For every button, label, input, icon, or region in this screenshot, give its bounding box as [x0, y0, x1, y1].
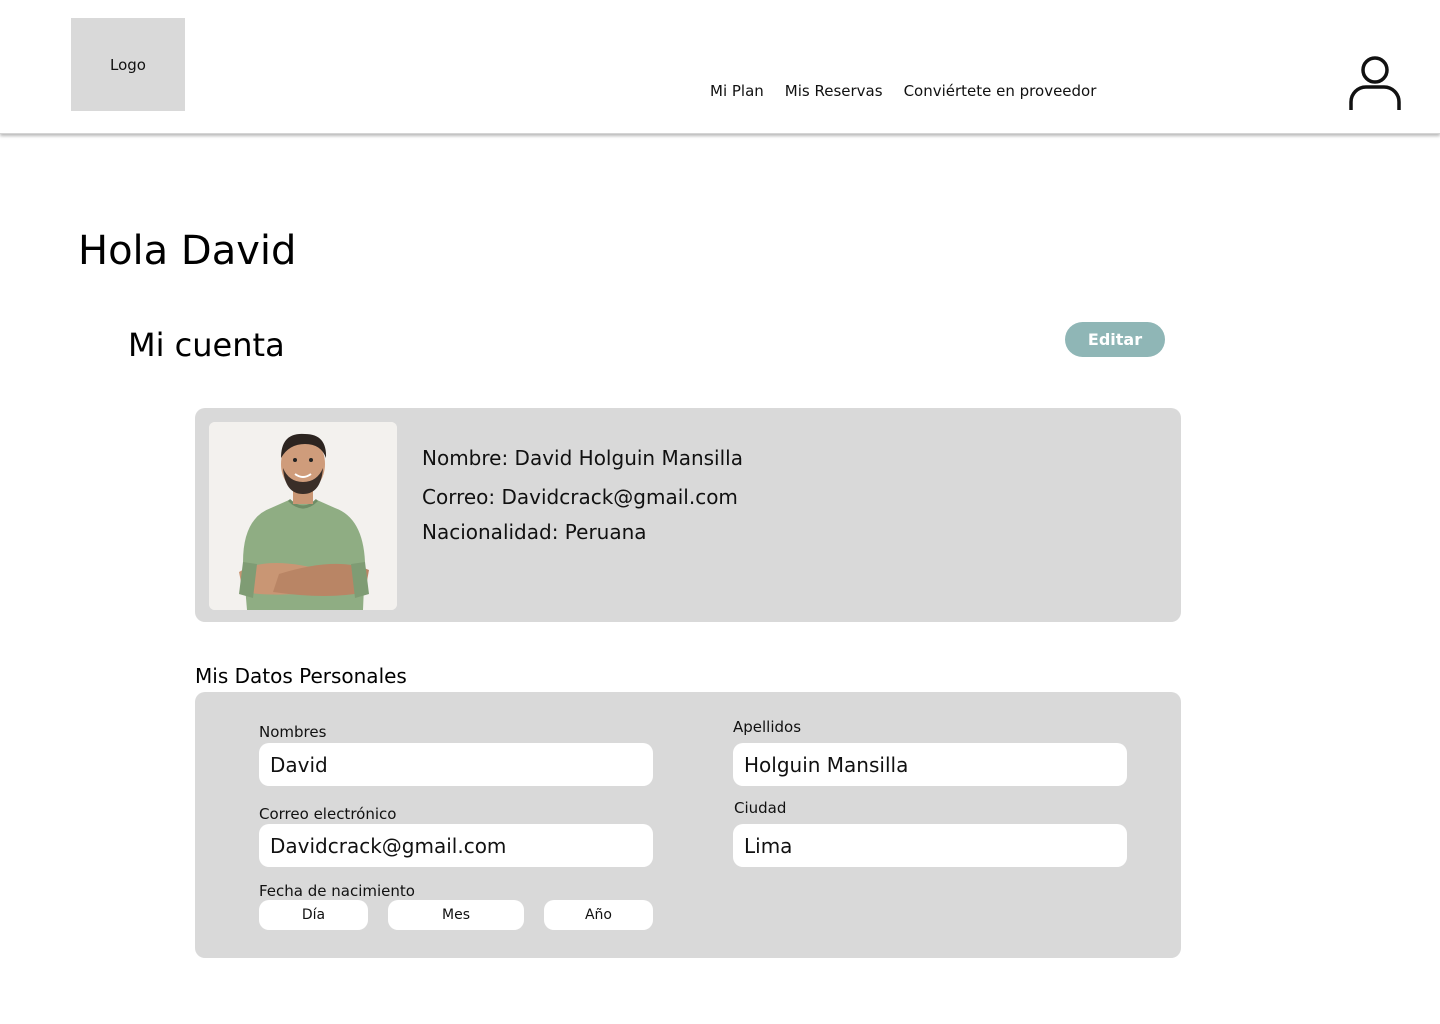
nav-mis-reservas[interactable]: Mis Reservas	[785, 82, 883, 100]
logo[interactable]: Logo	[71, 18, 185, 111]
greeting-title: Hola David	[78, 228, 297, 274]
apellidos-label: Apellidos	[733, 718, 802, 736]
mes-select[interactable]: Mes	[388, 900, 524, 930]
user-icon[interactable]	[1348, 55, 1402, 111]
correo-label: Correo electrónico	[259, 805, 397, 823]
dia-select[interactable]: Día	[259, 900, 368, 930]
ciudad-input[interactable]	[733, 824, 1127, 867]
person-illustration	[209, 422, 397, 610]
top-header: Logo Mi Plan Mis Reservas Conviértete en…	[0, 0, 1440, 134]
profile-card: Nombre: David Holguin Mansilla Correo: D…	[195, 408, 1181, 622]
fecha-nacimiento-label: Fecha de nacimiento	[259, 882, 415, 900]
nav-convertirse-proveedor[interactable]: Conviértete en proveedor	[904, 82, 1097, 100]
personal-data-form: Nombres Apellidos Correo electrónico Ciu…	[195, 692, 1181, 958]
logo-text: Logo	[110, 55, 146, 74]
nombres-input[interactable]	[259, 743, 653, 786]
correo-input[interactable]	[259, 824, 653, 867]
nav-mi-plan[interactable]: Mi Plan	[710, 82, 764, 100]
profile-photo	[209, 422, 397, 610]
ciudad-label: Ciudad	[734, 799, 787, 817]
profile-email: Correo: Davidcrack@gmail.com	[422, 485, 738, 509]
apellidos-input[interactable]	[733, 743, 1127, 786]
main-nav: Mi Plan Mis Reservas Conviértete en prov…	[710, 82, 1096, 100]
profile-name: Nombre: David Holguin Mansilla	[422, 446, 743, 470]
profile-nationality: Nacionalidad: Peruana	[422, 520, 647, 544]
anio-select[interactable]: Año	[544, 900, 653, 930]
account-title: Mi cuenta	[128, 326, 285, 364]
nombres-label: Nombres	[259, 723, 327, 741]
personal-data-title: Mis Datos Personales	[195, 664, 407, 688]
edit-button[interactable]: Editar	[1065, 322, 1165, 357]
